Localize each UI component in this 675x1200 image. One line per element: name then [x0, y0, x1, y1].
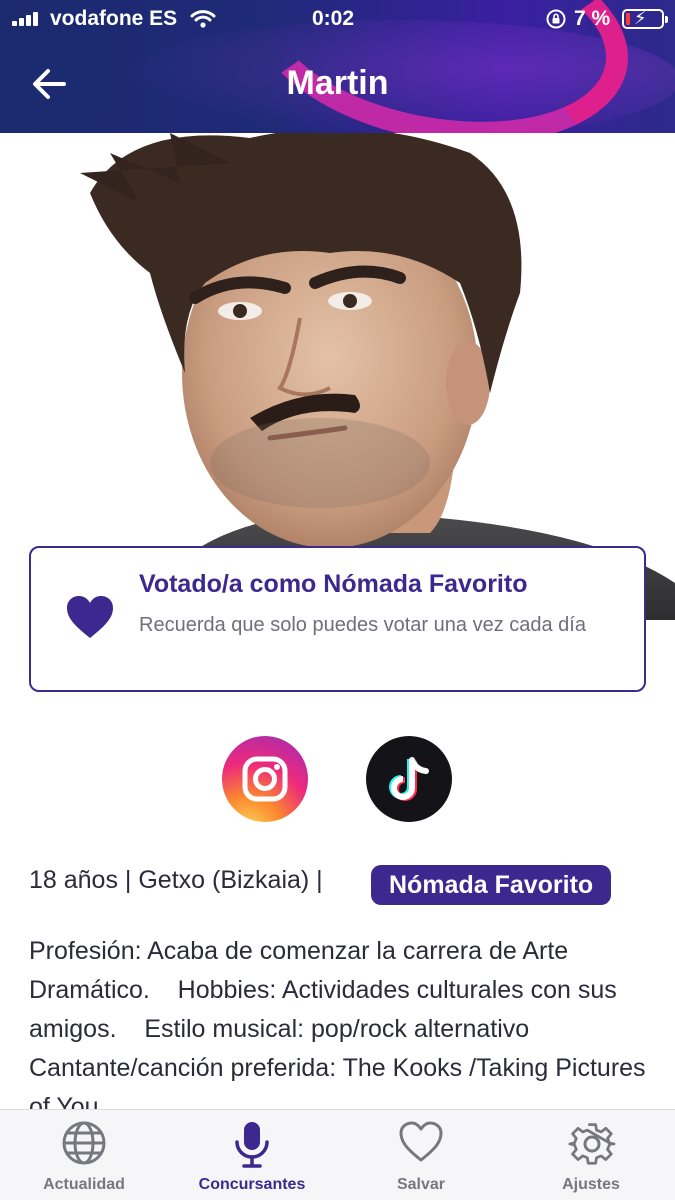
vote-title: Votado/a como Nómada Favorito	[139, 570, 528, 598]
app-header: vodafone ES 0:02 7 % ⚡ Martin	[0, 0, 675, 133]
contestant-details: 18 años | Getxo (Bizkaia) |	[29, 866, 323, 894]
tab-label: Concursantes	[198, 1176, 306, 1193]
instagram-icon	[242, 756, 288, 802]
vote-subtitle: Recuerda que solo puedes votar una vez c…	[139, 614, 586, 636]
tab-bar: Actualidad Concursantes Salvar Ajustes	[0, 1109, 675, 1200]
microphone-icon	[235, 1122, 269, 1168]
tab-ajustes[interactable]: Ajustes	[507, 1110, 675, 1200]
vote-confirmation-card: Votado/a como Nómada Favorito Recuerda q…	[29, 546, 646, 692]
tab-concursantes[interactable]: Concursantes	[168, 1110, 336, 1200]
status-bar: vodafone ES 0:02 7 % ⚡	[0, 0, 675, 38]
page-title: Martin	[286, 64, 389, 102]
carrier-name: vodafone ES	[50, 7, 178, 30]
tiktok-icon	[389, 757, 429, 801]
clock: 0:02	[312, 7, 355, 30]
tab-label: Ajustes	[562, 1176, 620, 1193]
heart-icon	[67, 596, 113, 638]
tab-label: Salvar	[396, 1176, 446, 1193]
heart-outline-icon	[399, 1121, 443, 1162]
signal-icon	[12, 12, 46, 26]
tab-label: Actualidad	[43, 1176, 125, 1193]
battery-percent: 7 %	[574, 7, 611, 30]
battery-icon: ⚡	[622, 8, 668, 29]
rotation-lock-icon	[545, 8, 567, 36]
category-badge: Nómada Favorito	[371, 865, 612, 905]
gear-icon	[568, 1123, 616, 1165]
contestant-bio: Profesión: Acaba de comenzar la carrera …	[29, 937, 646, 1110]
tiktok-button[interactable]	[366, 736, 452, 822]
tab-actualidad[interactable]: Actualidad	[0, 1110, 168, 1200]
globe-icon	[62, 1121, 106, 1165]
tab-salvar[interactable]: Salvar	[337, 1110, 505, 1200]
wifi-icon	[190, 9, 216, 35]
instagram-button[interactable]	[222, 736, 308, 822]
